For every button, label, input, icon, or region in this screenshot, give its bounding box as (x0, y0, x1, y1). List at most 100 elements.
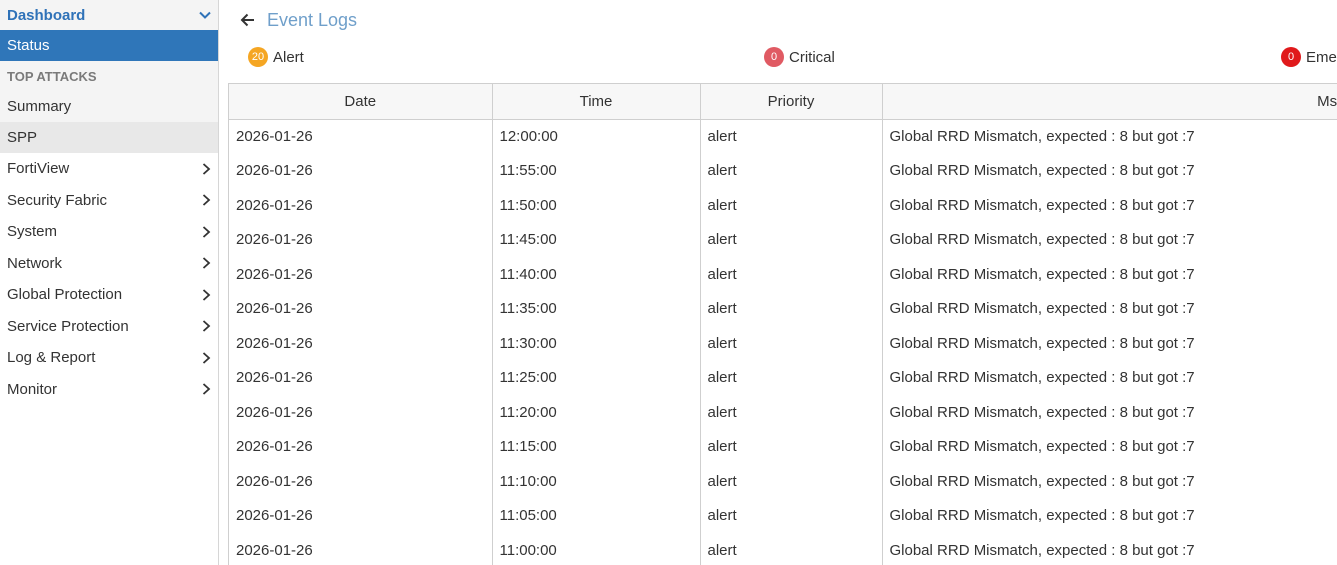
table-row[interactable]: 2026-01-26 11:10:00 alert Global RRD Mismat… (229, 464, 1337, 499)
sidebar-item[interactable]: Security Fabric (0, 185, 218, 217)
date-cell: 2026-01-26 (229, 395, 493, 430)
time-cell: 11:45:00 (492, 222, 701, 257)
column-header-msg[interactable]: Msg (882, 84, 1337, 120)
date-cell: 2026-01-26 (229, 533, 493, 565)
priority-cell: alert (700, 533, 883, 565)
msg-cell: Global RRD Mismatch, expected : 8 but go… (882, 257, 1337, 292)
date-cell: 2026-01-26 (229, 119, 493, 154)
sidebar-item-spp[interactable]: SPP (0, 122, 218, 153)
msg-cell: Global RRD Mismatch, expected : 8 but go… (882, 291, 1337, 326)
table-row[interactable]: 2026-01-26 11:45:00 alert Global RRD Mismat… (229, 222, 1337, 257)
dashboard-label: Dashboard (7, 6, 86, 24)
chevron-right-icon (202, 383, 211, 395)
dashboard-menu-header[interactable]: Dashboard (0, 0, 218, 30)
time-cell: 11:15:00 (492, 429, 701, 464)
chevron-right-icon (202, 320, 211, 332)
priority-cell: alert (700, 498, 883, 533)
sidebar-item-label: SPP (7, 129, 38, 146)
sidebar-item[interactable]: System (0, 216, 218, 248)
sidebar-item[interactable]: Service Protection (0, 311, 218, 343)
msg-cell: Global RRD Mismatch, expected : 8 but go… (882, 153, 1337, 188)
table-row[interactable]: 2026-01-26 11:25:00 alert Global RRD Mismat… (229, 360, 1337, 395)
msg-cell: Global RRD Mismatch, expected : 8 but go… (882, 326, 1337, 361)
date-cell: 2026-01-26 (229, 360, 493, 395)
time-cell: 11:30:00 (492, 326, 701, 361)
sidebar-item-status[interactable]: Status (0, 30, 218, 61)
chevron-right-icon (202, 194, 211, 206)
sidebar-item-label: Monitor (7, 380, 58, 398)
column-header-priority[interactable]: Priority (700, 84, 883, 120)
table-row[interactable]: 2026-01-26 11:40:00 alert Global RRD Mismat… (229, 257, 1337, 292)
date-cell: 2026-01-26 (229, 222, 493, 257)
time-cell: 11:25:00 (492, 360, 701, 395)
sidebar-item-label: Global Protection (7, 286, 123, 304)
priority-cell: alert (700, 395, 883, 430)
msg-cell: Global RRD Mismatch, expected : 8 but go… (882, 429, 1337, 464)
sidebar-item-label: Log & Report (7, 349, 96, 367)
table-row[interactable]: 2026-01-26 11:05:00 alert Global RRD Mismat… (229, 498, 1337, 533)
table-row[interactable]: 2026-01-26 11:15:00 alert Global RRD Mismat… (229, 429, 1337, 464)
table-header-row: Date Time Priority Msg (229, 84, 1337, 120)
chevron-right-icon (202, 226, 211, 238)
severity-counts: 20 Alert 0 Critical 0 Emer (220, 47, 1337, 69)
msg-cell: Global RRD Mismatch, expected : 8 but go… (882, 395, 1337, 430)
priority-cell: alert (700, 153, 883, 188)
time-cell: 11:20:00 (492, 395, 701, 430)
page-title: Event Logs (267, 9, 358, 30)
date-cell: 2026-01-26 (229, 188, 493, 223)
time-cell: 11:05:00 (492, 498, 701, 533)
sidebar-item[interactable]: Network (0, 248, 218, 280)
page-header: Event Logs (240, 8, 357, 32)
date-cell: 2026-01-26 (229, 326, 493, 361)
alert-count[interactable]: 20 Alert (248, 47, 304, 67)
sidebar-item-label: Status (7, 37, 50, 54)
back-arrow-icon[interactable] (240, 12, 256, 28)
msg-cell: Global RRD Mismatch, expected : 8 but go… (882, 498, 1337, 533)
sidebar-item[interactable]: Log & Report (0, 342, 218, 374)
time-cell: 11:00:00 (492, 533, 701, 565)
sidebar-item-label: Service Protection (7, 317, 129, 335)
table-row[interactable]: 2026-01-26 11:20:00 alert Global RRD Mismat… (229, 395, 1337, 430)
date-cell: 2026-01-26 (229, 291, 493, 326)
time-cell: 11:50:00 (492, 188, 701, 223)
chevron-right-icon (202, 289, 211, 301)
emergency-count[interactable]: 0 Emer (1281, 47, 1337, 67)
date-cell: 2026-01-26 (229, 498, 493, 533)
critical-count[interactable]: 0 Critical (764, 47, 835, 67)
sidebar-item[interactable]: FortiView (0, 153, 218, 185)
sidebar-item-label: Summary (7, 98, 72, 115)
time-cell: 11:35:00 (492, 291, 701, 326)
time-cell: 12:00:00 (492, 119, 701, 154)
priority-cell: alert (700, 222, 883, 257)
sidebar-item-summary[interactable]: Summary (0, 91, 218, 122)
table-row[interactable]: 2026-01-26 11:50:00 alert Global RRD Mismat… (229, 188, 1337, 223)
count-label: Alert (273, 48, 304, 66)
date-cell: 2026-01-26 (229, 153, 493, 188)
msg-cell: Global RRD Mismatch, expected : 8 but go… (882, 119, 1337, 154)
sidebar-item-label: FortiView (7, 160, 70, 178)
msg-cell: Global RRD Mismatch, expected : 8 but go… (882, 188, 1337, 223)
table-row[interactable]: 2026-01-26 11:00:00 alert Global RRD Mismat… (229, 533, 1337, 565)
sidebar-item[interactable]: Global Protection (0, 279, 218, 311)
date-cell: 2026-01-26 (229, 464, 493, 499)
sidebar-item[interactable]: Monitor (0, 374, 218, 406)
msg-cell: Global RRD Mismatch, expected : 8 but go… (882, 533, 1337, 565)
table-row[interactable]: 2026-01-26 11:55:00 alert Global RRD Mismat… (229, 153, 1337, 188)
count-badge: 0 (764, 47, 784, 67)
table-row[interactable]: 2026-01-26 11:35:00 alert Global RRD Mismat… (229, 291, 1337, 326)
column-header-date[interactable]: Date (229, 84, 493, 120)
event-log-table: Date Time Priority Msg 2026-01-2612:00:0… (228, 83, 1337, 565)
sidebar-item-label: Network (7, 254, 63, 272)
priority-cell: alert (700, 464, 883, 499)
sidebar-item-label: Security Fabric (7, 191, 108, 209)
table-row[interactable]: 2026-01-26 12:00:00 alert Global RRD Mismat… (229, 119, 1337, 154)
table-row[interactable]: 2026-01-26 11:30:00 alert Global RRD Mismat… (229, 326, 1337, 361)
date-cell: 2026-01-26 (229, 429, 493, 464)
count-badge: 20 (248, 47, 268, 67)
msg-cell: Global RRD Mismatch, expected : 8 but go… (882, 464, 1337, 499)
column-header-time[interactable]: Time (492, 84, 701, 120)
msg-cell: Global RRD Mismatch, expected : 8 but go… (882, 360, 1337, 395)
msg-cell: Global RRD Mismatch, expected : 8 but go… (882, 222, 1337, 257)
main-content: Event Logs 20 Alert 0 Critical 0 Emer Da… (220, 0, 1337, 565)
priority-cell: alert (700, 360, 883, 395)
